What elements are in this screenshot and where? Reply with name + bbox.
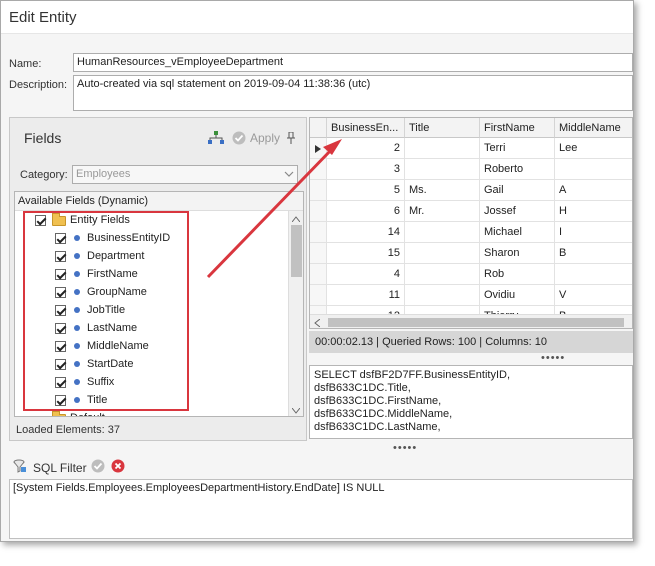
- annotation-arrow: [206, 139, 342, 279]
- edit-entity-dialog: Edit Entity Name: HumanResources_vEmploy…: [0, 0, 634, 542]
